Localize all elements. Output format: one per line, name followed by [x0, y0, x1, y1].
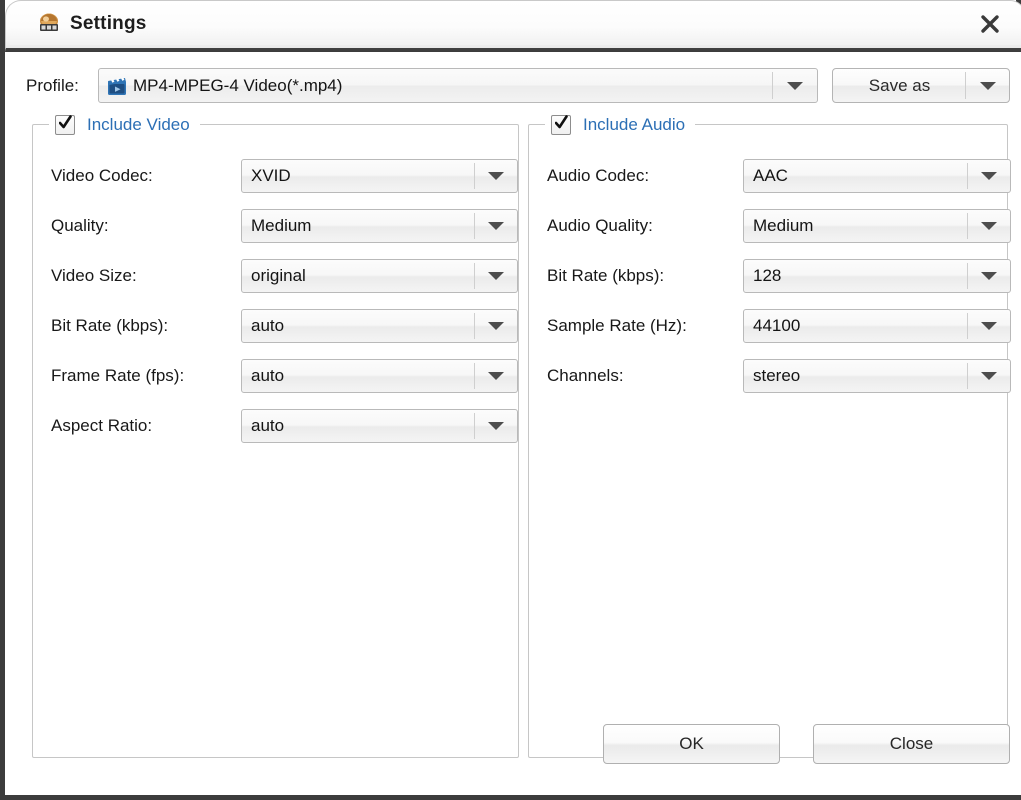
profile-row: Profile: MP4-MPEG-4 Video(*.mp4) Save as — [10, 66, 1021, 106]
video-file-icon — [107, 76, 127, 96]
label-video-bitrate: Bit Rate (kbps): — [51, 316, 169, 335]
row-channels: Channels: stereo — [547, 359, 1011, 393]
label-video-size: Video Size: — [51, 266, 137, 285]
value-quality: Medium — [251, 216, 312, 235]
chevron-down-icon[interactable] — [475, 160, 517, 192]
row-quality: Quality: Medium — [51, 209, 519, 243]
value-video-size: original — [251, 266, 306, 285]
close-icon[interactable] — [973, 9, 1007, 39]
label-audio-codec: Audio Codec: — [547, 166, 650, 185]
combobox-sample-rate[interactable]: 44100 — [743, 309, 1011, 343]
include-audio-group: Include Audio Audio Codec: AAC Audio Qua… — [528, 112, 1011, 758]
row-video-size: Video Size: original — [51, 259, 519, 293]
include-audio-checkbox[interactable] — [551, 115, 571, 135]
window-titlebar: Settings — [5, 0, 1021, 48]
include-audio-label: Include Audio — [583, 115, 686, 134]
value-audio-quality: Medium — [753, 216, 814, 235]
profile-value: MP4-MPEG-4 Video(*.mp4) — [133, 76, 343, 95]
dialog-content: Profile: MP4-MPEG-4 Video(*.mp4) Save as… — [10, 52, 1021, 795]
chevron-down-icon[interactable] — [773, 69, 817, 102]
chevron-down-icon[interactable] — [475, 410, 517, 442]
combobox-video-size[interactable]: original — [241, 259, 518, 293]
label-frame-rate: Frame Rate (fps): — [51, 366, 185, 385]
label-audio-bitrate: Bit Rate (kbps): — [547, 266, 665, 285]
titlebar-inner — [10, 1, 1021, 45]
value-video-codec: XVID — [251, 166, 291, 185]
row-sample-rate: Sample Rate (Hz): 44100 — [547, 309, 1011, 343]
label-aspect-ratio: Aspect Ratio: — [51, 416, 153, 435]
combobox-audio-quality[interactable]: Medium — [743, 209, 1011, 243]
chevron-down-icon[interactable] — [475, 210, 517, 242]
window-title: Settings — [70, 13, 147, 34]
row-frame-rate: Frame Rate (fps): auto — [51, 359, 519, 393]
label-audio-quality: Audio Quality: — [547, 216, 653, 235]
include-video-checkbox[interactable] — [55, 115, 75, 135]
chevron-down-icon[interactable] — [968, 160, 1010, 192]
chevron-down-icon[interactable] — [968, 360, 1010, 392]
label-sample-rate: Sample Rate (Hz): — [547, 316, 687, 335]
include-video-header: Include Video — [49, 112, 200, 138]
combobox-audio-bitrate[interactable]: 128 — [743, 259, 1011, 293]
close-button[interactable]: Close — [813, 724, 1010, 764]
include-audio-header: Include Audio — [545, 112, 696, 138]
label-quality: Quality: — [51, 216, 109, 235]
settings-dialog: Settings Profile: MP4-MPEG-4 Video(*.mp4… — [0, 0, 1021, 800]
combobox-video-bitrate[interactable]: auto — [241, 309, 518, 343]
profile-combobox[interactable]: MP4-MPEG-4 Video(*.mp4) — [98, 68, 818, 103]
row-aspect-ratio: Aspect Ratio: auto — [51, 409, 519, 443]
checkmark-icon — [554, 115, 568, 131]
chevron-down-icon[interactable] — [475, 260, 517, 292]
chevron-down-icon[interactable] — [968, 260, 1010, 292]
row-video-bitrate: Bit Rate (kbps): auto — [51, 309, 519, 343]
value-channels: stereo — [753, 366, 801, 385]
profile-label: Profile: — [26, 76, 79, 95]
combobox-aspect-ratio[interactable]: auto — [241, 409, 518, 443]
save-as-button[interactable]: Save as — [832, 68, 1010, 103]
checkmark-icon — [58, 115, 72, 131]
combobox-audio-codec[interactable]: AAC — [743, 159, 1011, 193]
include-video-group: Include Video Video Codec: XVID Quality:… — [32, 112, 519, 758]
chevron-down-icon[interactable] — [968, 310, 1010, 342]
value-sample-rate: 44100 — [753, 316, 801, 335]
chevron-down-icon[interactable] — [966, 69, 1009, 102]
chevron-down-icon[interactable] — [475, 310, 517, 342]
include-video-label: Include Video — [87, 115, 190, 134]
row-audio-quality: Audio Quality: Medium — [547, 209, 1011, 243]
label-channels: Channels: — [547, 366, 624, 385]
save-as-label: Save as — [868, 76, 931, 95]
value-video-bitrate: auto — [251, 316, 285, 335]
value-frame-rate: auto — [251, 366, 285, 385]
chevron-down-icon[interactable] — [475, 360, 517, 392]
value-audio-bitrate: 128 — [753, 266, 782, 285]
combobox-quality[interactable]: Medium — [241, 209, 518, 243]
value-audio-codec: AAC — [753, 166, 788, 185]
row-video-codec: Video Codec: XVID — [51, 159, 519, 193]
label-video-codec: Video Codec: — [51, 166, 153, 185]
chevron-down-icon[interactable] — [968, 210, 1010, 242]
combobox-channels[interactable]: stereo — [743, 359, 1011, 393]
ok-button[interactable]: OK — [603, 724, 780, 764]
app-settings-icon — [36, 11, 62, 37]
value-aspect-ratio: auto — [251, 416, 285, 435]
row-audio-bitrate: Bit Rate (kbps): 128 — [547, 259, 1011, 293]
combobox-video-codec[interactable]: XVID — [241, 159, 518, 193]
combobox-frame-rate[interactable]: auto — [241, 359, 518, 393]
row-audio-codec: Audio Codec: AAC — [547, 159, 1011, 193]
